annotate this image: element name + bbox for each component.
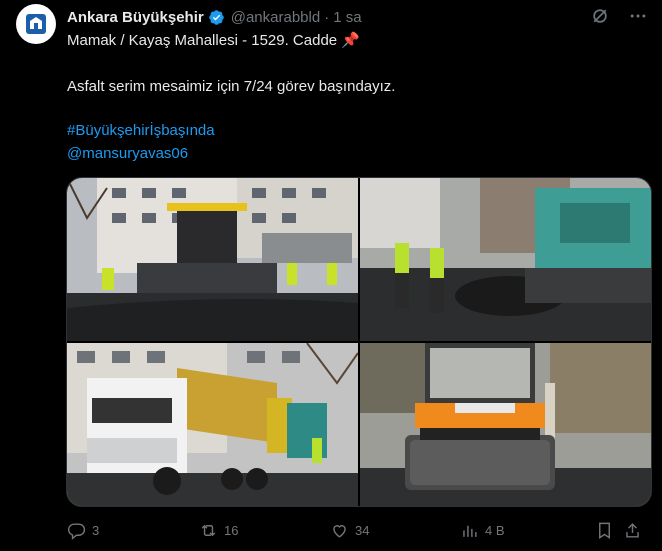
tweet-header: Ankara Büyükşehir @ankarabbld · 1 sa (67, 6, 602, 28)
retweet-icon (201, 524, 216, 536)
author-handle[interactable]: @ankarabbld (231, 9, 320, 26)
retweet-button[interactable]: 16 (199, 521, 238, 540)
media-photo-3[interactable] (67, 343, 358, 506)
verified-badge-icon (208, 9, 224, 25)
media-photo-2[interactable] (360, 178, 651, 341)
like-button[interactable]: 34 (330, 521, 369, 540)
tweet-timestamp[interactable]: 1 sa (333, 9, 361, 26)
tweet-top-actions (590, 6, 648, 26)
share-icon (626, 522, 639, 538)
views-icon (463, 525, 477, 537)
tweet-line-location: Mamak / Kayaş Mahallesi - 1529. Cadde 📌 (67, 32, 360, 49)
reply-icon (67, 522, 86, 540)
views-button[interactable]: 4 B (460, 521, 505, 540)
share-button[interactable] (623, 521, 642, 540)
author-name[interactable]: Ankara Büyükşehir (67, 9, 204, 26)
bookmark-icon (599, 522, 610, 539)
tweet-actions: 3 16 34 4 B (67, 518, 642, 542)
separator-dot: · (324, 8, 330, 26)
media-photo-4[interactable] (360, 343, 651, 506)
reply-button[interactable]: 3 (67, 521, 99, 540)
heart-icon (333, 524, 346, 538)
mention-link[interactable]: @mansuryavas06 (67, 145, 188, 162)
reply-count: 3 (92, 522, 100, 538)
like-count: 34 (355, 522, 370, 538)
views-count: 4 B (485, 522, 505, 538)
grok-icon[interactable] (590, 6, 610, 26)
tweet-line-message: Asfalt serim mesaimiz için 7/24 görev ba… (67, 78, 396, 95)
media-photo-1[interactable] (67, 178, 358, 341)
ankara-logo-icon (26, 14, 46, 34)
author-avatar[interactable] (16, 4, 56, 44)
bookmark-button[interactable] (595, 521, 614, 540)
retweet-count: 16 (224, 522, 239, 538)
more-icon[interactable] (628, 6, 648, 26)
hashtag-link[interactable]: #Büyükşehirİşbaşında (67, 122, 215, 139)
media-grid (66, 177, 652, 507)
